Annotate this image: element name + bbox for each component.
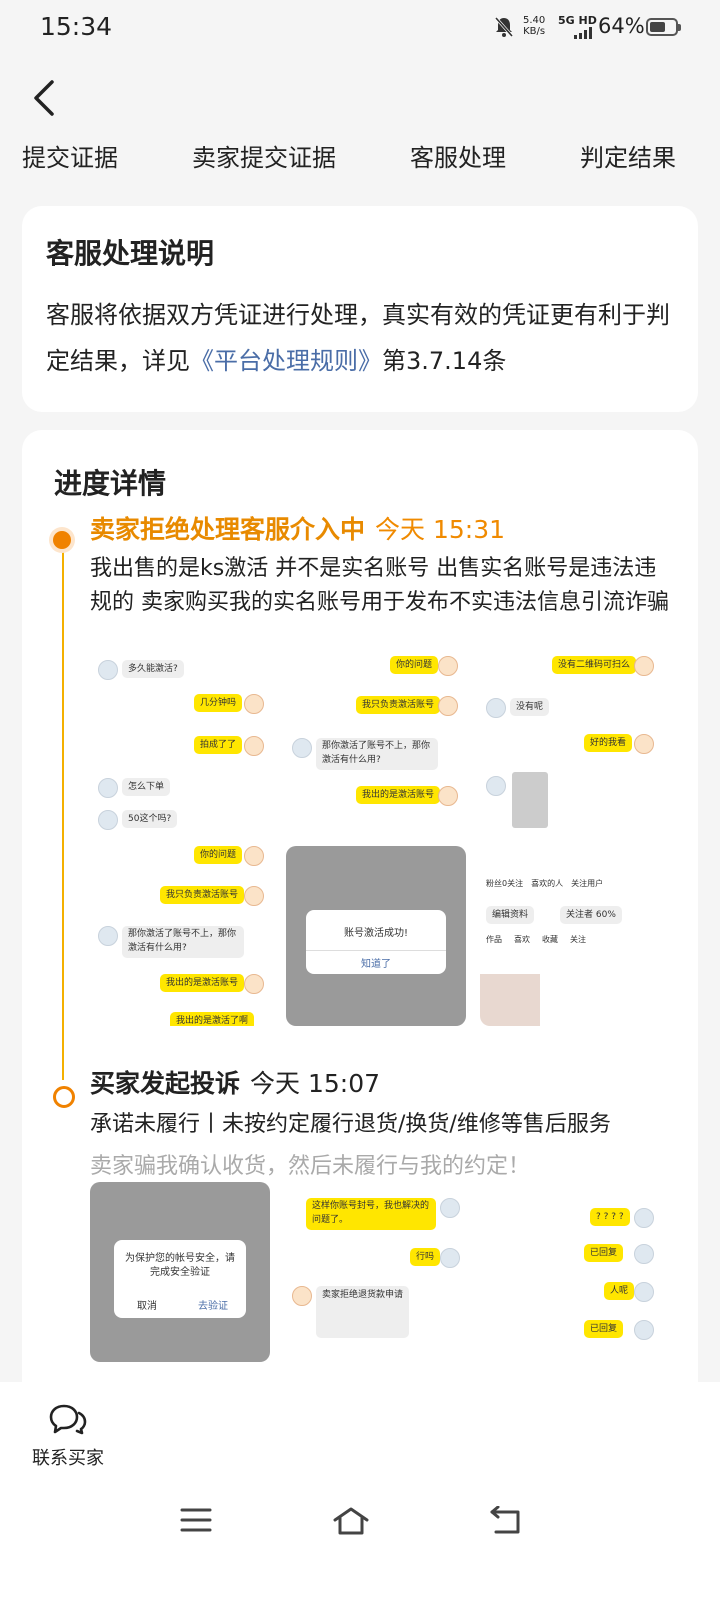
- home-icon[interactable]: [332, 1506, 370, 1536]
- network-type: 5G HD: [558, 14, 597, 27]
- timeline-dot: [53, 1086, 75, 1108]
- event-2-title: 买家发起投诉: [90, 1069, 241, 1098]
- event-1-time: 今天 15:31: [375, 515, 506, 544]
- avatar: [244, 694, 264, 714]
- bottom-bar: 联系买家: [0, 1382, 720, 1612]
- event-1-text: 我出售的是ks激活 并不是实名账号 出售实名账号是违法违规的 卖家购买我的实名账…: [90, 556, 669, 615]
- avatar: [244, 886, 264, 906]
- step-result: 判定结果: [580, 144, 676, 172]
- avatar: [244, 846, 264, 866]
- evidence-image-1[interactable]: 多久能激活? 几分钟吗 拍成了了 怎么下单 50这个吗?: [90, 652, 270, 832]
- timeline-line: [62, 540, 64, 1080]
- step-submit-evidence: 提交证据: [22, 144, 118, 172]
- evidence-image-8[interactable]: 这样你账号封号，我也解决的问题了。 行吗 卖家拒绝退货款申请: [286, 1182, 466, 1362]
- progress-steps: 提交证据 卖家提交证据 客服处理 判定结果: [0, 136, 720, 180]
- status-time: 15:34: [40, 12, 113, 41]
- activation-dialog: 账号激活成功! 知道了: [306, 910, 446, 974]
- event-2-header: 买家发起投诉 今天 15:07: [90, 1064, 380, 1100]
- evidence-image-5[interactable]: 账号激活成功! 知道了: [286, 846, 466, 1026]
- profile-photo: [480, 974, 540, 1026]
- evidence-image-2[interactable]: 你的问题 我只负责激活账号 那你激活了账号不上，那你激活有什么用? 我出的是激活…: [286, 652, 466, 832]
- avatar: [98, 926, 118, 946]
- avatar: [486, 698, 506, 718]
- avatar: [244, 974, 264, 994]
- battery-percent: 64%: [598, 14, 645, 38]
- avatar: [634, 1282, 654, 1302]
- avatar: [292, 738, 312, 758]
- avatar: [438, 786, 458, 806]
- menu-icon[interactable]: [180, 1506, 212, 1534]
- step-service-handling: 客服处理: [410, 144, 506, 172]
- event-2-reason: 承诺未履行丨未按约定履行退货/换货/维修等售后服务: [90, 1112, 611, 1137]
- avatar: [438, 696, 458, 716]
- evidence-image-3[interactable]: 没有二维码可扫么 没有呢 好的我看: [480, 652, 660, 832]
- event-2-time: 今天 15:07: [250, 1069, 381, 1098]
- event-2-text: 卖家骗我确认收货，然后未履行与我的约定！: [90, 1154, 531, 1179]
- avatar: [438, 656, 458, 676]
- platform-rules-link[interactable]: 《平台处理规则》: [190, 347, 382, 375]
- progress-title: 进度详情: [54, 467, 167, 500]
- notice-text: 客服将依据双方凭证进行处理，真实有效的凭证更有利于判定结果，详见《平台处理规则》…: [46, 301, 670, 375]
- screenshot-thumbnail: [512, 772, 548, 828]
- event-1-title: 卖家拒绝处理客服介入中: [90, 515, 366, 544]
- verify-dialog: 为保护您的帐号安全，请完成安全验证 取消 去验证: [114, 1240, 246, 1318]
- battery-icon: [646, 18, 681, 36]
- avatar: [98, 660, 118, 680]
- avatar: [634, 734, 654, 754]
- evidence-image-6[interactable]: 粉丝0关注 喜欢的人 关注用户 编辑资料 关注者 60% 作品 喜欢 收藏 关注: [480, 846, 660, 1026]
- avatar: [440, 1248, 460, 1268]
- signal-icon: [574, 27, 592, 39]
- avatar: [98, 810, 118, 830]
- chat-bubble-icon: [49, 1404, 87, 1435]
- event-1-header: 卖家拒绝处理客服介入中 今天 15:31: [90, 510, 505, 546]
- avatar: [98, 778, 118, 798]
- avatar: [244, 736, 264, 756]
- network-speed: 5.40 KB/s: [523, 15, 546, 37]
- service-notice-card: 客服处理说明 客服将依据双方凭证进行处理，真实有效的凭证更有利于判定结果，详见《…: [22, 206, 698, 412]
- avatar: [634, 1320, 654, 1340]
- timeline-dot-active: [53, 531, 71, 549]
- avatar: [634, 1208, 654, 1228]
- contact-buyer-button[interactable]: 联系买家: [28, 1402, 108, 1470]
- evidence-image-7[interactable]: 为保护您的帐号安全，请完成安全验证 取消 去验证: [90, 1182, 270, 1362]
- evidence-image-9[interactable]: ? ? ? ? 已回复 人呢 已回复: [480, 1182, 660, 1362]
- avatar: [292, 1286, 312, 1306]
- status-bar: 15:34 5.40 KB/s 5G HD 64%: [0, 0, 720, 56]
- back-arrow-icon[interactable]: [26, 76, 66, 120]
- avatar: [634, 1244, 654, 1264]
- mute-bell-icon: [494, 17, 514, 37]
- evidence-image-4[interactable]: 你的问题 我只负责激活账号 那你激活了账号不上，那你激活有什么用? 我出的是激活…: [90, 846, 270, 1026]
- progress-detail-card: 进度详情 卖家拒绝处理客服介入中 今天 15:31 我出售的是ks激活 并不是实名…: [22, 430, 698, 1430]
- avatar: [486, 776, 506, 796]
- step-seller-evidence: 卖家提交证据: [192, 144, 336, 172]
- notice-title: 客服处理说明: [46, 237, 215, 270]
- contact-buyer-label: 联系买家: [32, 1448, 104, 1469]
- avatar: [634, 656, 654, 676]
- battery-fill: [650, 22, 665, 32]
- avatar: [440, 1198, 460, 1218]
- back-nav-icon[interactable]: [488, 1506, 524, 1536]
